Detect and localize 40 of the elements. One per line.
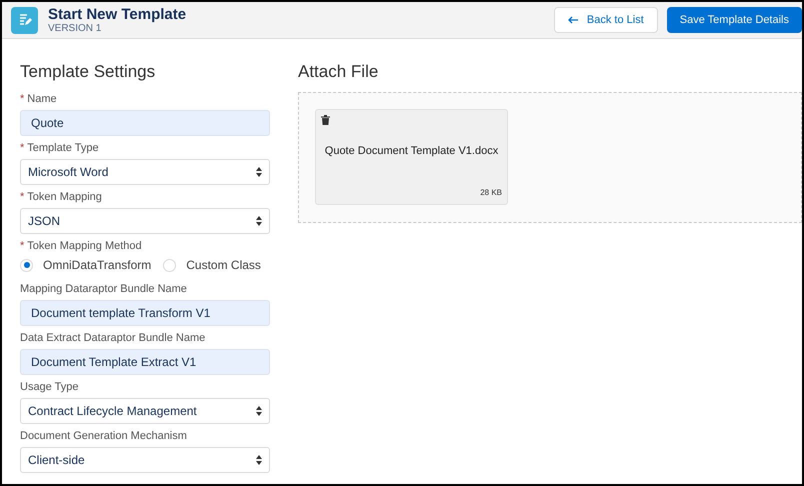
select-arrows-icon bbox=[256, 455, 262, 465]
select-arrows-icon bbox=[256, 406, 262, 416]
field-label: Token Mapping bbox=[27, 191, 102, 203]
file-card[interactable]: Quote Document Template V1.docx 28 KB bbox=[315, 109, 508, 205]
back-button[interactable]: Back to List bbox=[554, 7, 658, 33]
radio-option[interactable]: Custom Class bbox=[163, 257, 261, 273]
radio-button[interactable] bbox=[20, 258, 33, 272]
select-arrows-icon bbox=[256, 167, 262, 177]
save-button[interactable]: Save Template Details bbox=[666, 7, 802, 33]
radio-button[interactable] bbox=[163, 258, 176, 272]
field-label: Template Type bbox=[27, 142, 99, 154]
field-label: Token Mapping Method bbox=[27, 240, 142, 252]
text-field[interactable]: Quote bbox=[20, 110, 270, 136]
radio-option[interactable]: OmniDataTransform bbox=[20, 257, 152, 273]
arrow-left-icon bbox=[568, 16, 578, 24]
text-field[interactable]: Document template Transform V1 bbox=[20, 300, 270, 326]
template-icon bbox=[11, 6, 38, 34]
field-label: Usage Type bbox=[20, 381, 79, 393]
required-mark: * bbox=[20, 93, 24, 105]
select-field[interactable]: Microsoft Word bbox=[20, 159, 270, 185]
file-drop-zone[interactable]: Quote Document Template V1.docx 28 KB bbox=[298, 92, 802, 223]
trash-icon[interactable] bbox=[321, 115, 330, 125]
section-title: Attach File bbox=[298, 61, 380, 83]
select-field[interactable]: Client-side bbox=[20, 447, 270, 473]
required-mark: * bbox=[20, 240, 24, 252]
field-label: Document Generation Mechanism bbox=[20, 430, 187, 442]
page-subtitle: VERSION 1 bbox=[48, 24, 102, 34]
select-field[interactable]: Contract Lifecycle Management bbox=[20, 398, 270, 424]
file-size: 28 KB bbox=[479, 187, 502, 199]
field-label: Data Extract Dataraptor Bundle Name bbox=[20, 332, 206, 344]
required-mark: * bbox=[20, 142, 24, 154]
select-arrows-icon bbox=[256, 216, 262, 226]
file-name: Quote Document Template V1.docx bbox=[324, 144, 500, 159]
page-title: Start New Template bbox=[48, 6, 186, 22]
select-field[interactable]: JSON bbox=[20, 208, 270, 234]
field-label: Mapping Dataraptor Bundle Name bbox=[20, 283, 187, 295]
required-mark: * bbox=[20, 191, 24, 203]
text-field[interactable]: Document Template Extract V1 bbox=[20, 349, 270, 375]
section-title: Template Settings bbox=[20, 61, 156, 83]
field-label: Name bbox=[27, 93, 57, 105]
